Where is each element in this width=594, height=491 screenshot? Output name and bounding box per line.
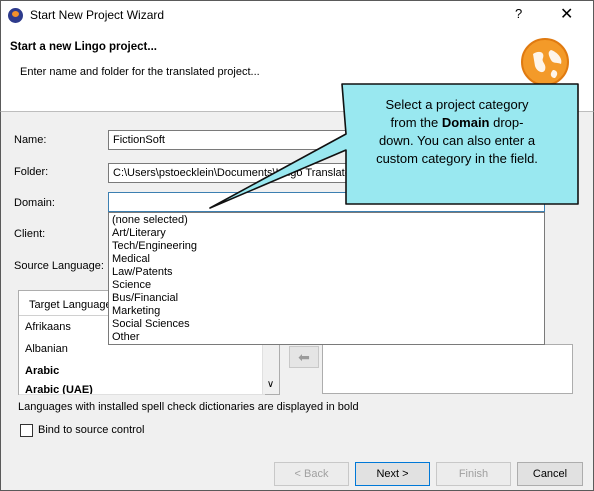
domain-option[interactable]: Law/Patents <box>112 266 173 278</box>
client-label: Client: <box>14 228 46 240</box>
chevron-down-icon[interactable]: ∨ <box>262 376 279 393</box>
domain-option[interactable]: Art/Literary <box>112 227 166 239</box>
window-title: Start New Project Wizard <box>30 8 165 22</box>
domain-option[interactable]: Bus/Financial <box>112 292 178 304</box>
callout-line: Select a project category <box>385 97 529 112</box>
next-button[interactable]: Next > <box>355 462 430 486</box>
domain-option[interactable]: Medical <box>112 253 150 265</box>
domain-combobox[interactable] <box>108 192 545 212</box>
domain-option[interactable]: Science <box>112 279 151 291</box>
cancel-button[interactable]: Cancel <box>517 462 583 486</box>
page-subtitle: Enter name and folder for the translated… <box>20 66 260 78</box>
callout-line: from the Domain drop- <box>390 115 524 130</box>
source-language-label: Source Language: <box>14 260 104 272</box>
name-label: Name: <box>14 134 47 146</box>
domain-option[interactable]: Social Sciences <box>112 318 190 330</box>
help-button[interactable]: ? <box>515 6 522 21</box>
app-icon <box>8 8 23 23</box>
callout-line: down. You can also enter a <box>378 133 536 148</box>
domain-dropdown-list[interactable]: (none selected) Art/Literary Tech/Engine… <box>108 212 545 345</box>
bind-checkbox[interactable] <box>20 424 33 437</box>
domain-label: Domain: <box>14 197 55 209</box>
page-title: Start a new Lingo project... <box>10 41 157 53</box>
globe-icon <box>521 38 569 86</box>
chevron-down-icon[interactable]: ∨ <box>524 193 544 211</box>
name-field[interactable]: FictionSoft <box>108 130 348 150</box>
back-button[interactable]: < Back <box>274 462 349 486</box>
close-icon[interactable]: ✕ <box>560 4 573 24</box>
finish-button[interactable]: Finish <box>436 462 511 486</box>
domain-option[interactable]: Tech/Engineering <box>112 240 197 252</box>
domain-option[interactable]: Marketing <box>112 305 160 317</box>
callout-line: custom category in the field. <box>376 151 538 166</box>
selected-languages-list[interactable] <box>322 344 573 394</box>
bind-checkbox-label[interactable]: Bind to source control <box>38 424 144 436</box>
arrow-left-icon[interactable]: ⬅ <box>289 346 319 368</box>
language-item[interactable]: Arabic <box>19 360 265 383</box>
domain-option[interactable]: Other <box>112 331 140 343</box>
spell-check-note: Languages with installed spell check dic… <box>18 401 359 413</box>
language-item[interactable]: Arabic (UAE) <box>19 382 265 395</box>
domain-option[interactable]: (none selected) <box>112 214 188 226</box>
callout-text: Select a project category from the Domai… <box>346 96 568 168</box>
folder-label: Folder: <box>14 166 49 178</box>
